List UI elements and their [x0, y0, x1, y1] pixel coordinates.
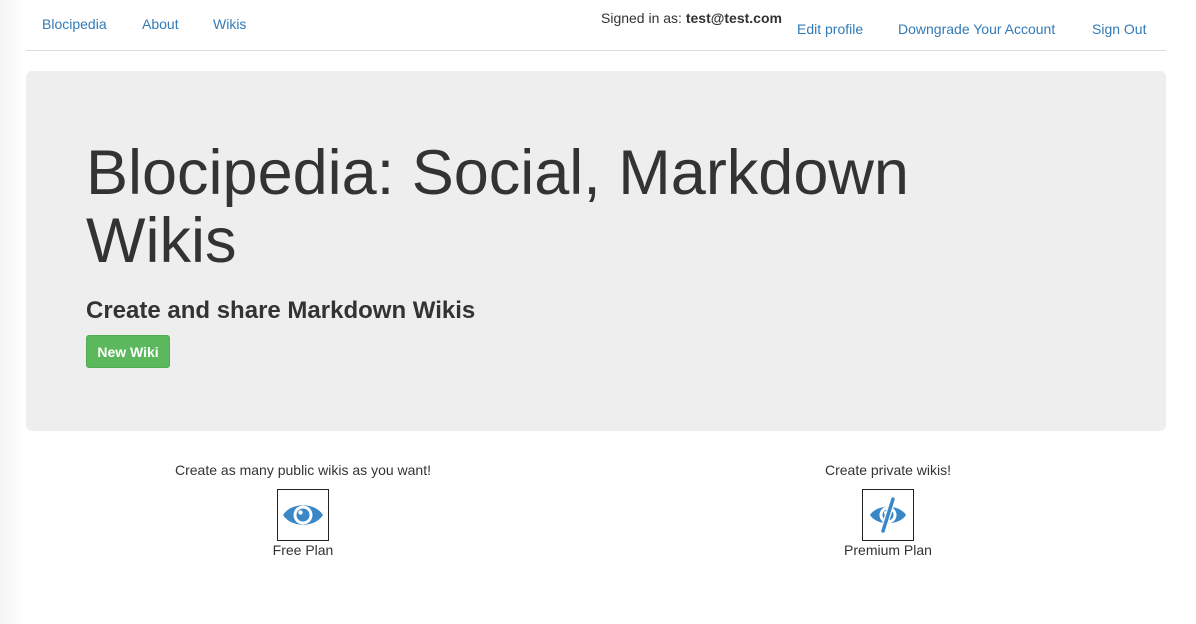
eye-slash-icon-svg [870, 497, 906, 533]
eye-icon[interactable] [277, 489, 329, 541]
nav-left: Blocipedia About Wikis [26, 0, 601, 51]
free-plan-label: Free Plan [272, 542, 334, 558]
premium-plan-description: Create private wikis! [824, 462, 952, 478]
signed-in-user: test@test.com [685, 10, 782, 26]
page-gutter [0, 0, 26, 624]
eye-icon-svg [283, 505, 323, 525]
free-plan-card: Create as many public wikis as you want!… [173, 462, 433, 558]
downgrade-account-link[interactable]: Downgrade Your Account [898, 21, 1055, 37]
signed-in-status: Signed in as: test@test.com [601, 10, 782, 26]
hero-jumbotron: Blocipedia: Social, Markdown Wikis Creat… [26, 71, 1166, 431]
nav-about-link[interactable]: About [142, 16, 179, 32]
nav-brand-link[interactable]: Blocipedia [42, 16, 107, 32]
page-title: Blocipedia: Social, Markdown Wikis [86, 138, 909, 276]
sign-out-link[interactable]: Sign Out [1092, 21, 1146, 37]
new-wiki-button[interactable]: New Wiki [86, 335, 170, 368]
page-subtitle: Create and share Markdown Wikis [86, 297, 476, 324]
nav-right: Signed in as: test@test.com Edit profile… [601, 0, 1166, 51]
nav-wikis-link[interactable]: Wikis [213, 16, 246, 32]
eye-slash-icon[interactable] [862, 489, 914, 541]
free-plan-description: Create as many public wikis as you want! [175, 462, 431, 478]
signed-in-prefix: Signed in as: [601, 10, 682, 26]
premium-plan-label: Premium Plan [844, 542, 932, 558]
premium-plan-card: Create private wikis! Premium Plan [798, 462, 978, 558]
edit-profile-link[interactable]: Edit profile [797, 21, 863, 37]
